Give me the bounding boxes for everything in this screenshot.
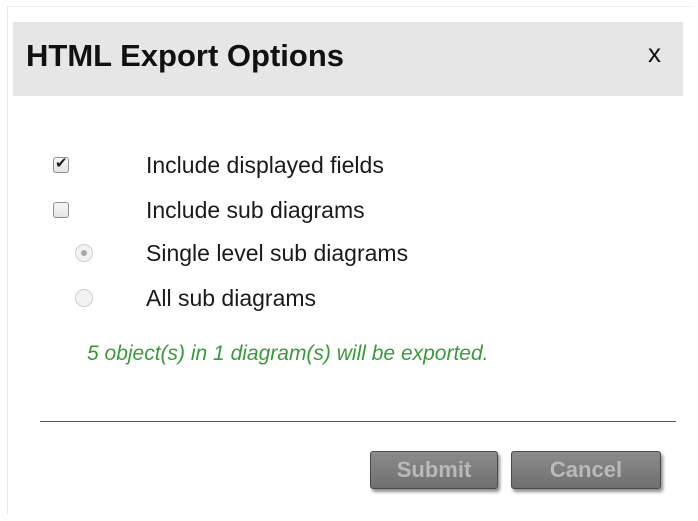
export-summary-text: 5 object(s) in 1 diagram(s) will be expo…: [87, 342, 489, 365]
radio-selected-dot-icon: [81, 250, 87, 256]
include-displayed-fields-label: Include displayed fields: [146, 152, 384, 178]
single-level-sub-diagrams-radio[interactable]: [75, 244, 93, 262]
dialog-header: HTML Export Options x: [13, 22, 683, 96]
option-include-sub-diagrams[interactable]: Include sub diagrams: [53, 195, 513, 225]
single-level-sub-diagrams-label: Single level sub diagrams: [146, 240, 409, 266]
include-sub-diagrams-checkbox[interactable]: [53, 202, 69, 218]
footer-divider: [40, 421, 676, 422]
option-include-displayed-fields[interactable]: ✔ Include displayed fields: [53, 150, 513, 180]
include-sub-diagrams-label: Include sub diagrams: [146, 197, 365, 223]
cancel-button[interactable]: Cancel: [511, 451, 661, 489]
all-sub-diagrams-label: All sub diagrams: [146, 285, 317, 311]
all-sub-diagrams-radio[interactable]: [75, 289, 93, 307]
include-displayed-fields-checkbox[interactable]: ✔: [53, 155, 69, 173]
submit-button[interactable]: Submit: [370, 451, 498, 489]
option-single-level-sub-diagrams[interactable]: Single level sub diagrams: [53, 238, 513, 268]
checkmark-icon: ✔: [55, 155, 68, 172]
option-all-sub-diagrams[interactable]: All sub diagrams: [53, 283, 513, 313]
dialog-title: HTML Export Options: [26, 38, 345, 73]
close-button[interactable]: x: [648, 40, 661, 66]
